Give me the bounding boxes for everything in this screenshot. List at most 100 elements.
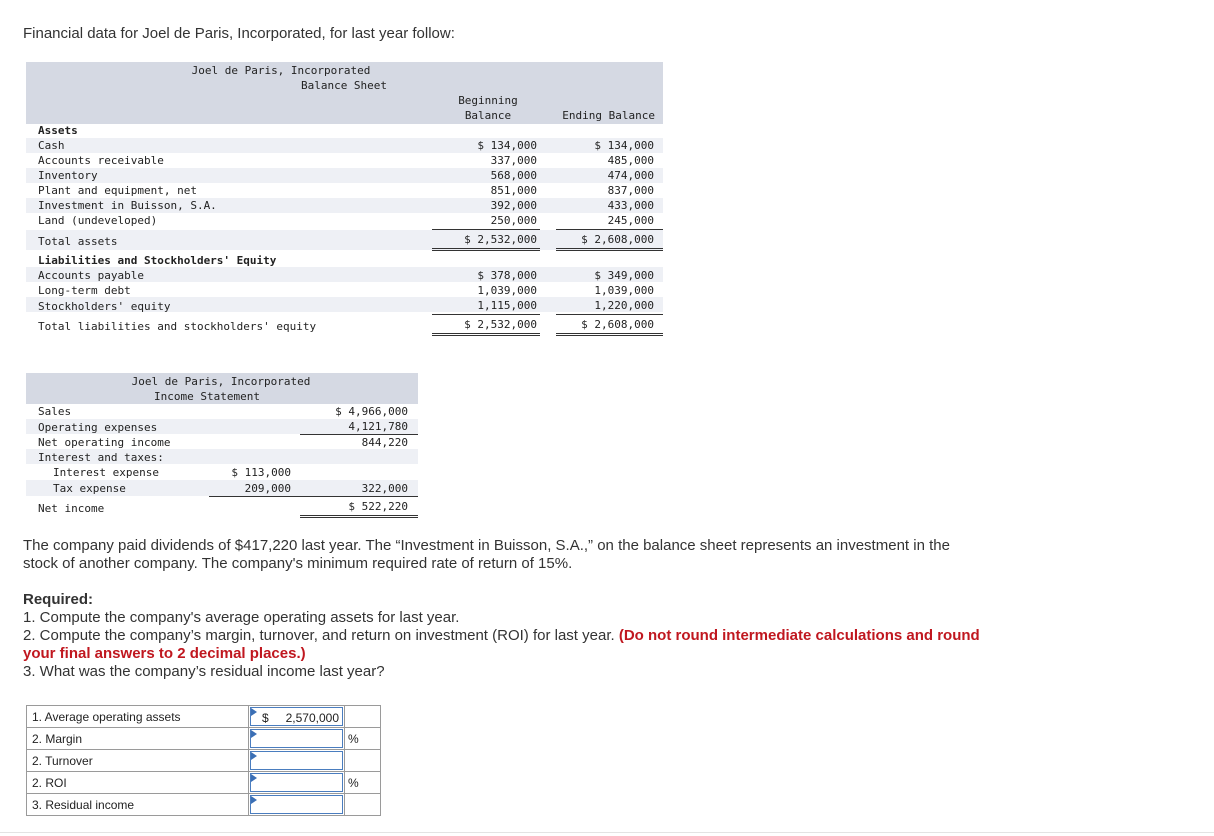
average-operating-assets-input[interactable]: $ 2,570,000 (250, 707, 343, 726)
dollar-sign: $ (262, 711, 269, 725)
asset-end: 245,000 (607, 214, 654, 227)
asset-begin: 568,000 (490, 169, 537, 182)
answer-cell: $ 2,570,000 (248, 705, 345, 728)
page-bottom-divider (0, 832, 1214, 833)
asset-begin: $ 134,000 (477, 139, 537, 152)
answer-row: 2. ROI % (26, 771, 381, 794)
answer-cell (248, 727, 345, 750)
liability-end: 1,220,000 (594, 299, 654, 312)
col-begin-heading-1: Beginning (458, 94, 518, 107)
liability-end: $ 349,000 (594, 269, 654, 282)
answer-table: 1. Average operating assets $ 2,570,000 … (26, 705, 381, 816)
subtotal-rule (556, 314, 663, 315)
input-marker-icon (251, 796, 257, 804)
balance-sheet-company: Joel de Paris, Incorporated (191, 64, 371, 77)
total-liabilities-end: $ 2,608,000 (581, 318, 654, 331)
asset-label: Accounts receivable (38, 154, 164, 167)
required-q1: 1. Compute the company's average operati… (23, 609, 460, 626)
asset-begin: 250,000 (490, 214, 537, 227)
liability-end: 1,039,000 (594, 284, 654, 297)
input-marker-icon (251, 774, 257, 782)
col-begin-heading-2: Balance (464, 109, 512, 122)
intro-text: Financial data for Joel de Paris, Incorp… (23, 25, 455, 42)
subtotal-rule (432, 314, 540, 315)
total-rule (432, 248, 540, 251)
answer-label: 3. Residual income (26, 793, 249, 816)
answer-row: 2. Margin % (26, 727, 381, 750)
total-rule (300, 515, 418, 518)
net-income-value: $ 522,220 (348, 500, 408, 513)
answer-row: 2. Turnover (26, 749, 381, 772)
answer-row: 1. Average operating assets $ 2,570,000 (26, 705, 381, 728)
asset-begin: 392,000 (490, 199, 537, 212)
roi-input[interactable] (250, 773, 343, 792)
total-rule (432, 333, 540, 336)
answer-unit: % (344, 727, 381, 750)
subtotal-rule (300, 496, 418, 497)
answer-unit (344, 749, 381, 772)
answer-unit (344, 793, 381, 816)
asset-label: Cash (38, 139, 65, 152)
income-statement-company: Joel de Paris, Incorporated (131, 375, 311, 388)
asset-begin: 337,000 (490, 154, 537, 167)
asset-label: Land (undeveloped) (38, 214, 158, 227)
total-rule (556, 333, 663, 336)
total-liabilities-label: Total liabilities and stockholders' equi… (38, 320, 317, 333)
tax-label: Tax expense (53, 482, 126, 495)
input-marker-icon (251, 730, 257, 738)
required-q2: 2. Compute the company’s margin, turnove… (23, 627, 983, 663)
answer-label: 2. ROI (26, 771, 249, 794)
noi-value: 844,220 (361, 436, 408, 449)
assets-header: Assets (38, 124, 78, 137)
liabilities-header: Liabilities and Stockholders' Equity (38, 254, 277, 267)
interest-label: Interest expense (53, 466, 159, 479)
col-end-heading: Ending Balance (562, 109, 655, 122)
net-income-label: Net income (38, 502, 105, 515)
total-rule (556, 248, 663, 251)
asset-end: 485,000 (607, 154, 654, 167)
required-q3: 3. What was the company’s residual incom… (23, 663, 385, 680)
tax-value: 209,000 (244, 482, 291, 495)
margin-input[interactable] (250, 729, 343, 748)
subtotal-rule (432, 229, 540, 230)
total-liabilities-begin: $ 2,532,000 (464, 318, 537, 331)
total-assets-end: $ 2,608,000 (581, 233, 654, 246)
balance-sheet-title: Balance Sheet (300, 79, 388, 92)
input-value: 2,570,000 (285, 711, 339, 725)
liability-begin: 1,115,000 (477, 299, 537, 312)
turnover-input[interactable] (250, 751, 343, 770)
asset-label: Inventory (38, 169, 98, 182)
opex-value: 4,121,780 (348, 420, 408, 433)
answer-cell (248, 793, 345, 816)
answer-label: 2. Turnover (26, 749, 249, 772)
asset-begin: 851,000 (490, 184, 537, 197)
answer-cell (248, 749, 345, 772)
sales-value: $ 4,966,000 (335, 405, 408, 418)
income-statement-title: Income Statement (154, 390, 260, 403)
opex-label: Operating expenses (38, 421, 158, 434)
interest-taxes-total: 322,000 (361, 482, 408, 495)
total-assets-begin: $ 2,532,000 (464, 233, 537, 246)
liability-label: Stockholders' equity (38, 300, 171, 313)
sales-label: Sales (38, 405, 72, 418)
answer-row: 3. Residual income (26, 793, 381, 816)
liability-begin: 1,039,000 (477, 284, 537, 297)
asset-end: 837,000 (607, 184, 654, 197)
answer-unit (344, 705, 381, 728)
input-marker-icon (251, 752, 257, 760)
required-heading: Required: (23, 591, 94, 608)
residual-income-input[interactable] (250, 795, 343, 814)
interest-value: $ 113,000 (231, 466, 291, 479)
answer-cell (248, 771, 345, 794)
asset-end: 433,000 (607, 199, 654, 212)
required-section: Required: 1. Compute the company's avera… (23, 591, 983, 681)
interest-taxes-label: Interest and taxes: (38, 451, 164, 464)
required-q2-text: 2. Compute the company’s margin, turnove… (23, 627, 615, 644)
answer-unit: % (344, 771, 381, 794)
input-marker-icon (251, 708, 257, 716)
dividend-paragraph: The company paid dividends of $417,220 l… (23, 537, 950, 572)
asset-end: 474,000 (607, 169, 654, 182)
answer-label: 1. Average operating assets (26, 705, 249, 728)
noi-label: Net operating income (38, 436, 171, 449)
subtotal-rule (209, 496, 301, 497)
